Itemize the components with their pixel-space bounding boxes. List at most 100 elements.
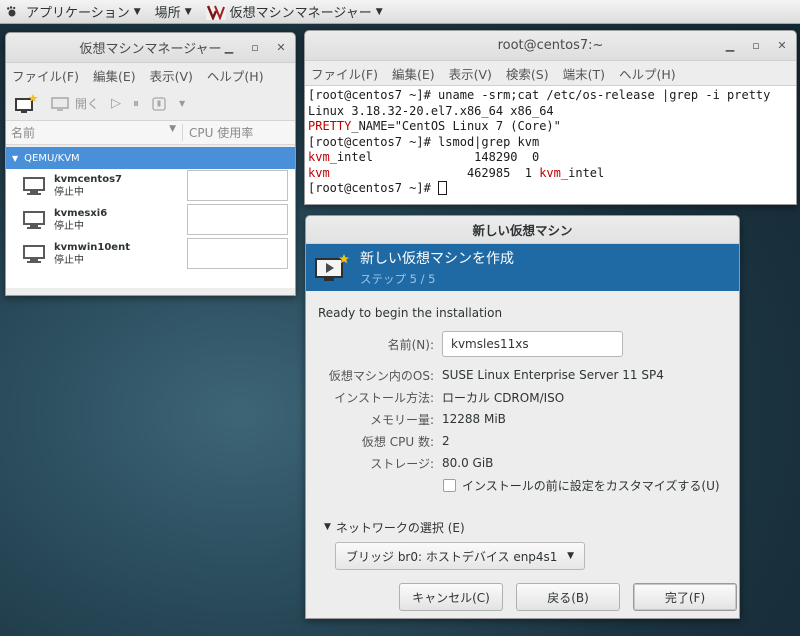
back-button[interactable]: 戻る(B)	[516, 583, 620, 611]
network-expander[interactable]: ▼ ネットワークの選択 (E)	[318, 518, 727, 536]
open-label: 開く	[75, 97, 100, 111]
column-name[interactable]: 名前 ▼	[6, 124, 183, 141]
monitor-icon	[51, 96, 69, 111]
vm-monitor-icon	[23, 245, 45, 263]
maximize-icon[interactable]: ▫	[249, 41, 261, 54]
maximize-icon[interactable]: ▫	[750, 39, 762, 52]
terminal-prompt-line: [root@centos7 ~]#	[308, 181, 793, 197]
menu-view[interactable]: 表示(V)	[150, 66, 193, 85]
menu-terminal[interactable]: 端末(T)	[563, 64, 605, 83]
terminal-title: root@centos7:~	[497, 38, 604, 53]
chevron-down-icon: ▼	[179, 99, 186, 108]
places-label: 場所	[154, 6, 181, 21]
storage-value: 80.0 GiB	[442, 456, 494, 470]
vm-row[interactable]: kvmcentos7 停止中	[6, 169, 295, 203]
vm-list: ▼ QEMU/KVM kvmcentos7 停止中 kvmesxi6 停止中 k…	[6, 147, 295, 288]
finish-button[interactable]: 完了(F)	[633, 583, 737, 611]
vmm-title: 仮想マシンマネージャー	[79, 42, 222, 57]
vm-name: kvmwin10ent	[54, 242, 130, 253]
terminal-titlebar[interactable]: root@centos7:~ ▁ ▫ ✕	[305, 31, 796, 61]
menu-file[interactable]: ファイル(F)	[12, 66, 79, 85]
install-value: ローカル CDROM/ISO	[442, 390, 565, 405]
network-select[interactable]: ブリッジ br0: ホストデバイス enp4s1 ▼	[335, 542, 585, 570]
app-label: 仮想マシンマネージャー	[229, 6, 372, 21]
menu-help[interactable]: ヘルプ(H)	[619, 64, 676, 83]
run-button[interactable]: ▷	[111, 96, 121, 111]
menu-file[interactable]: ファイル(F)	[311, 64, 378, 83]
chevron-down-icon: ▼	[375, 6, 383, 17]
vm-row[interactable]: kvmwin10ent 停止中	[6, 237, 295, 271]
cpu-usage-graph	[187, 204, 288, 235]
chevron-down-icon: ▼	[169, 124, 176, 134]
dialog-buttons: キャンセル(C) 戻る(B) 完了(F)	[399, 583, 737, 611]
install-label: インストール方法:	[334, 390, 434, 405]
vm-name-input[interactable]: kvmsles11xs	[442, 331, 623, 357]
pause-button[interactable]: ⏸	[133, 96, 139, 111]
os-label: 仮想マシン内のOS:	[328, 368, 434, 383]
terminal-line: kvm 462985 1 kvm_intel	[308, 165, 605, 180]
vm-name: kvmesxi6	[54, 208, 108, 219]
cancel-button[interactable]: キャンセル(C)	[399, 583, 503, 611]
vm-name: kvmcentos7	[54, 174, 122, 185]
power-icon	[152, 96, 166, 111]
connection-label: QEMU/KVM	[24, 152, 80, 164]
shutdown-menu-button[interactable]: ▼	[179, 99, 185, 108]
minimize-icon[interactable]: ▁	[724, 39, 736, 52]
vm-status: 停止中	[54, 255, 84, 266]
dialog-titlebar[interactable]: 新しい仮想マシン	[306, 216, 739, 244]
play-icon: ▷	[111, 96, 122, 111]
os-row: 仮想マシン内のOS: SUSE Linux Enterprise Server …	[318, 364, 727, 386]
cpu-label: 仮想 CPU 数:	[361, 434, 434, 449]
terminal-line: kvm_intel 148290 0	[308, 150, 540, 164]
chevron-down-icon: ▼	[133, 6, 141, 17]
new-vm-icon	[315, 253, 349, 281]
vmm-menubar: ファイル(F) 編集(E) 表示(V) ヘルプ(H)	[6, 63, 295, 87]
connection-row[interactable]: ▼ QEMU/KVM	[6, 147, 295, 169]
vm-row[interactable]: kvmesxi6 停止中	[6, 203, 295, 237]
menu-search[interactable]: 検索(S)	[506, 64, 549, 83]
vm-monitor-icon	[23, 177, 45, 195]
app-menu[interactable]: 仮想マシンマネージャー ▼	[205, 2, 383, 21]
install-row: インストール方法: ローカル CDROM/ISO	[318, 386, 727, 408]
cpu-row: 仮想 CPU 数: 2	[318, 430, 727, 452]
network-select-value: ブリッジ br0: ホストデバイス enp4s1	[346, 549, 558, 564]
storage-label: ストレージ:	[370, 456, 434, 471]
memory-row: メモリー量: 12288 MiB	[318, 408, 727, 430]
customize-label: インストールの前に設定をカスタマイズする(U)	[462, 478, 720, 493]
menu-edit[interactable]: 編集(E)	[392, 64, 435, 83]
new-vm-dialog: 新しい仮想マシン 新しい仮想マシンを作成 ステップ 5 / 5 Ready to…	[305, 215, 740, 619]
vmm-window: 仮想マシンマネージャー ▁ ▫ ✕ ファイル(F) 編集(E) 表示(V) ヘル…	[5, 32, 296, 296]
menu-view[interactable]: 表示(V)	[449, 64, 492, 83]
column-cpu[interactable]: CPU 使用率	[183, 124, 253, 141]
open-button[interactable]: 開く	[50, 95, 99, 112]
memory-label: メモリー量:	[369, 412, 434, 427]
menu-edit[interactable]: 編集(E)	[93, 66, 136, 85]
dialog-title: 新しい仮想マシン	[472, 223, 573, 238]
ready-text: Ready to begin the installation	[318, 306, 503, 320]
wizard-step: ステップ 5 / 5	[360, 272, 436, 286]
network-label: ネットワークの選択 (E)	[335, 520, 465, 535]
close-icon[interactable]: ✕	[776, 39, 788, 52]
shutdown-button[interactable]	[151, 96, 167, 112]
storage-row: ストレージ: 80.0 GiB	[318, 452, 727, 474]
chevron-down-icon: ▼	[567, 551, 574, 561]
applications-menu[interactable]: アプリケーション ▼	[0, 2, 141, 21]
vmm-toolbar: 開く ▷ ⏸ ▼	[6, 87, 295, 121]
expander-icon[interactable]: ▼	[12, 154, 18, 163]
customize-checkbox-row[interactable]: インストールの前に設定をカスタマイズする(U)	[443, 474, 727, 496]
terminal-menubar: ファイル(F) 編集(E) 表示(V) 検索(S) 端末(T) ヘルプ(H)	[305, 61, 796, 85]
terminal-output[interactable]: [root@centos7 ~]# uname -srm;cat /etc/os…	[305, 85, 796, 204]
cpu-usage-graph	[187, 238, 288, 269]
places-menu[interactable]: 場所 ▼	[155, 2, 192, 21]
minimize-icon[interactable]: ▁	[223, 41, 235, 54]
gnome-foot-icon	[7, 5, 16, 16]
customize-checkbox[interactable]	[443, 478, 456, 492]
name-label: 名前(N):	[387, 337, 434, 352]
close-icon[interactable]: ✕	[275, 41, 287, 54]
new-vm-button[interactable]	[14, 93, 38, 114]
menu-help[interactable]: ヘルプ(H)	[207, 66, 264, 85]
terminal-line: [root@centos7 ~]# lsmod|grep kvm	[308, 134, 540, 149]
terminal-window: root@centos7:~ ▁ ▫ ✕ ファイル(F) 編集(E) 表示(V)…	[304, 30, 797, 205]
vm-list-header: 名前 ▼ CPU 使用率	[6, 121, 295, 145]
vmm-titlebar[interactable]: 仮想マシンマネージャー ▁ ▫ ✕	[6, 33, 295, 63]
